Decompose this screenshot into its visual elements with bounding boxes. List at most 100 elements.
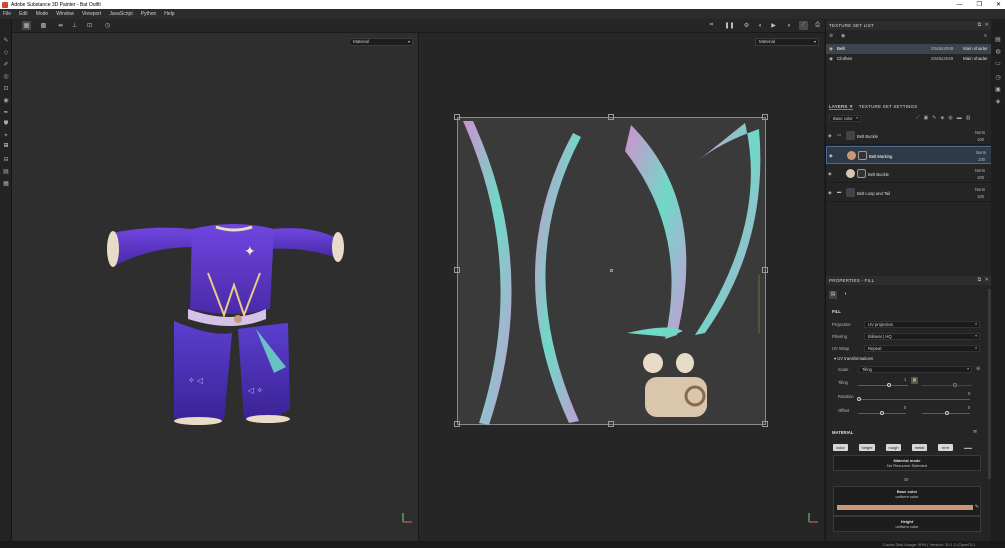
menu-mode[interactable]: Mode [36,11,49,17]
menu-file[interactable]: File [3,11,11,17]
base-color-swatch[interactable] [837,505,973,510]
channel-rough-button[interactable]: rough [886,444,901,451]
tiling-slider-knob[interactable] [887,383,891,387]
history-panel-icon[interactable]: ◷ [994,74,1002,82]
uvwrap-select[interactable]: Repeat ▾ [864,345,980,352]
eye-icon[interactable]: ◉ [829,54,833,64]
environment-icon[interactable]: ◐ [756,21,765,30]
eye-icon[interactable]: ◉ [829,153,833,158]
tiling-slider-v[interactable] [922,385,972,386]
align-icon[interactable]: ⊥ [70,21,79,30]
channel-color-button[interactable]: color [833,444,848,451]
channel-metal-button[interactable]: metal [912,444,927,451]
channel-select[interactable]: Base color ▾ [829,115,861,122]
close-panel-icon[interactable]: ✕ [985,277,989,283]
menu-window[interactable]: Window [56,11,74,17]
eraser-icon[interactable]: ◇ [2,48,10,56]
uv-transformations-toggle[interactable]: ▾ UV transformations [834,356,873,361]
fill-tab-icon[interactable]: ▤ [829,291,837,299]
clone-icon[interactable]: ◉ [2,96,10,104]
grid-view-icon[interactable]: ▦ [22,21,31,30]
eye-icon[interactable]: ◉ [828,133,832,138]
scale-select[interactable]: Tiling ▾ [858,366,972,373]
layer-row[interactable]: ◉ ▭ Belt Buckle Norm 100 [826,127,992,145]
log-icon[interactable]: ▣ [994,86,1002,94]
menu-python[interactable]: Python [141,11,157,17]
folder-icon[interactable]: ▬ [957,115,966,121]
frame-icon[interactable]: ⊡ [85,21,94,30]
export-icon[interactable]: ▦ [2,179,10,187]
offset-x-knob[interactable] [880,411,884,415]
texture-set-row[interactable]: ◉ Belt 2048x2048 Main shader [826,44,992,54]
projection-icon[interactable]: ✐ [2,60,10,68]
channel-more-icon[interactable]: ▬▬ [964,444,979,451]
delete-icon[interactable]: ▥ [966,115,975,121]
path-tool-icon[interactable]: ⛊ [2,120,10,128]
paint-brush-icon[interactable]: ✎ [2,36,10,44]
menu-help[interactable]: Help [164,11,174,17]
height-box[interactable]: Height uniform color [833,516,981,532]
eye-icon[interactable]: ◉ [828,171,832,176]
filtering-select[interactable]: Bilinear | HQ ▾ [864,333,980,340]
pause-icon[interactable]: ❚❚ [724,21,734,30]
undock-icon[interactable]: ⧉ [978,277,982,283]
layer-row-selected[interactable]: ◉ Belt Marking Norm 100 [826,146,992,164]
geometry-fill-icon[interactable]: ◎ [2,72,10,80]
tiling-slider[interactable] [858,385,908,386]
tab-layers[interactable]: LAYERS ✕ [829,104,854,110]
material-tab-icon[interactable]: ◑ [841,291,849,299]
camera-settings-icon[interactable]: ⚙ [742,21,751,30]
shelf-icon[interactable]: ◈ [994,98,1002,106]
menu-javascript[interactable]: JavaScript [109,11,132,17]
uv-grid-icon[interactable]: ▩ [39,21,48,30]
eye-icon[interactable]: ◉ [828,190,832,195]
rotation-slider[interactable] [858,399,970,400]
minimize-button[interactable]: — [957,2,963,8]
texture-set-row[interactable]: ◉ Clothes 2048x2048 Main shader [826,54,992,64]
eye-icon[interactable]: ◉ [829,44,833,54]
preset-menu-icon[interactable]: ≣ [973,429,977,435]
undock-icon[interactable]: ⧉ [978,22,982,28]
video-icon[interactable]: ▶ [769,21,778,30]
viewport-3d[interactable]: Material ▾ ✦ ✧ ◁ ◁ ✧ [12,33,418,541]
texture-set-icon[interactable]: ▤ [994,36,1002,44]
base-color-box[interactable]: Base color uniform color ✎ [833,486,981,516]
maximize-button[interactable]: ❐ [977,1,982,8]
selection-icon[interactable]: ⌖ [2,132,10,140]
channel-nrm-button[interactable]: nrm [938,444,953,451]
viewer-settings-icon[interactable]: ▭ [994,60,1002,68]
material-mode-box[interactable]: Material mode No Resource Selected [833,455,981,471]
iray-icon[interactable]: ⌗ [707,21,716,30]
offset-y-knob[interactable] [945,411,949,415]
symmetry-icon[interactable]: ⇹ [56,21,65,30]
viewport-2d[interactable]: Material ▾ [419,33,824,541]
material-picker-icon[interactable]: ✒ [2,108,10,116]
rotation-slider-knob[interactable] [857,397,861,401]
close-panel-icon[interactable]: ✕ [985,22,989,28]
eyedropper-icon[interactable]: ✎ [975,504,979,510]
channel-height-button[interactable]: height [859,444,875,451]
smudge-icon[interactable]: ⊡ [2,84,10,92]
layer-row[interactable]: ◉ Belt Buckle Norm 100 [826,165,992,183]
eye-icon[interactable]: ◉ [841,33,845,39]
projection-select[interactable]: UV projection ▾ [864,321,980,328]
link-icon[interactable]: ⊛ [976,366,980,372]
measure-icon[interactable]: ⊟ [2,155,10,163]
transform-icon[interactable]: ⊞ [2,141,10,149]
menu-icon[interactable]: ≡ [984,33,987,39]
add-effect-icon[interactable]: ⟋ [916,115,924,121]
history-icon[interactable]: ◷ [103,21,112,30]
menu-edit[interactable]: Edit [19,11,28,17]
tab-texture-set-settings[interactable]: TEXTURE SET SETTINGS [859,104,918,109]
visibility-icon[interactable]: ⊚ [829,33,833,39]
menu-viewport[interactable]: Viewport [82,11,101,17]
add-mask-icon[interactable]: ▣ [924,115,933,121]
lock-icon[interactable]: 🔒 [911,377,918,384]
smart-material-icon[interactable]: ◍ [948,115,956,121]
bake-icon[interactable]: ▤ [2,167,10,175]
layer-row[interactable]: ◉ ▬ Belt Loop and Tail Norm 100 [826,184,992,202]
display-settings-icon[interactable]: ◍ [994,48,1002,56]
screenshot-icon[interactable]: ⎙ [813,21,822,30]
split-view-icon[interactable]: ⟋ [799,21,808,30]
shading-icon[interactable]: ◑ [784,21,793,30]
